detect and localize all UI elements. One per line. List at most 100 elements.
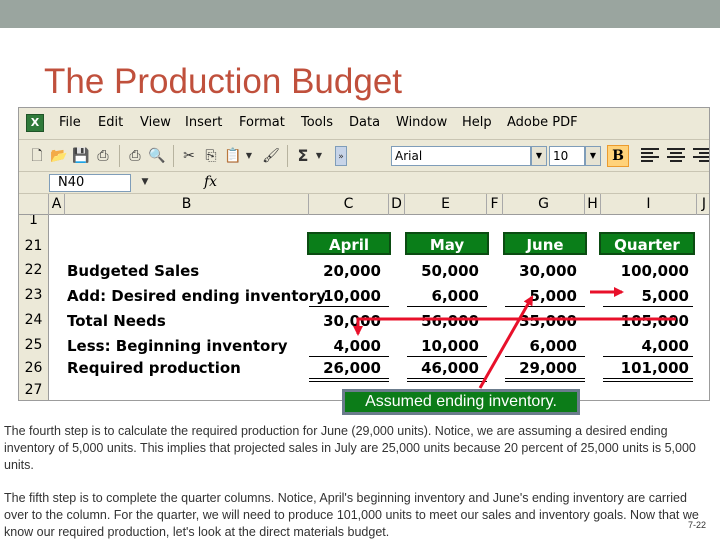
row-header-21[interactable]: 21 [19,234,49,258]
new-document-icon[interactable]: 🗋 [27,146,47,166]
row-label-total-needs: Total Needs [67,312,166,330]
excel-app-icon[interactable]: X [26,114,44,132]
name-box-dropdown-icon[interactable]: ▼ [135,172,155,192]
cell-april-total: 30,000 [323,312,381,330]
callout-assumed-ending-inventory: Assumed ending inventory. [342,389,580,415]
print-icon[interactable]: ⎙ [125,146,145,166]
name-box[interactable]: N40 [49,174,131,192]
cell-june-ending: 5,000 [529,287,577,305]
header-june: June [503,232,587,255]
row-header-27[interactable]: 27 [19,379,49,400]
toolbar-separator [287,145,288,167]
paste-icon[interactable]: 📋 [223,146,243,166]
underline-quarter-25 [603,356,693,357]
cell-may-beginning: 10,000 [421,337,479,355]
cell-quarter-required: 101,000 [620,359,689,377]
column-headers: A B C D E F G H I J [19,194,709,215]
cell-quarter-sales: 100,000 [620,262,689,280]
column-header-a[interactable]: A [49,194,65,215]
menu-window[interactable]: Window [396,115,447,130]
cell-june-required: 29,000 [519,359,577,377]
double-underline-may [407,381,487,382]
align-left-icon[interactable] [641,148,659,164]
cell-quarter-ending: 5,000 [641,287,689,305]
toolbar-separator [119,145,120,167]
permission-icon[interactable]: ⎙ [93,146,113,166]
cell-april-ending: 10,000 [323,287,381,305]
autosum-icon[interactable]: Σ [293,146,313,166]
menu-tools[interactable]: Tools [301,115,333,130]
row-label-required-prod: Required production [67,359,241,377]
cell-quarter-total: 105,000 [620,312,689,330]
autosum-dropdown-icon[interactable]: ▼ [313,146,325,166]
font-size-dropdown-icon[interactable]: ▼ [585,146,601,166]
cell-april-beginning: 4,000 [333,337,381,355]
font-size-field[interactable]: 10 [549,146,585,166]
menu-file[interactable]: File [59,115,81,130]
open-folder-icon[interactable]: 📂 [49,146,69,166]
header-may: May [405,232,489,255]
excel-window: X File Edit View Insert Format Tools Dat… [18,107,710,401]
underline-quarter-23 [603,306,693,307]
save-icon[interactable]: 💾 [71,146,91,166]
toolbar-separator [173,145,174,167]
align-center-icon[interactable] [667,148,685,164]
row-header-22[interactable]: 22 [19,258,49,283]
cell-june-beginning: 6,000 [529,337,577,355]
row-header-1[interactable]: 1 [19,215,49,229]
menu-format[interactable]: Format [239,115,285,130]
cell-may-total: 56,000 [421,312,479,330]
slide-title: The Production Budget [44,62,403,101]
cell-may-sales: 50,000 [421,262,479,280]
paste-dropdown-icon[interactable]: ▼ [243,146,255,166]
underline-may-23 [407,306,487,307]
copy-icon[interactable]: ⎘ [201,146,221,166]
column-header-d[interactable]: D [389,194,405,215]
font-name-dropdown-icon[interactable]: ▼ [531,146,547,166]
double-underline-quarter [603,381,693,382]
double-underline-june [505,381,585,382]
cell-april-sales: 20,000 [323,262,381,280]
font-name-field[interactable]: Arial [391,146,531,166]
menu-insert[interactable]: Insert [185,115,222,130]
column-header-e[interactable]: E [405,194,487,215]
menu-help[interactable]: Help [462,115,492,130]
row-label-beginning-inv: Less: Beginning inventory [67,337,288,355]
bold-button[interactable]: B [607,145,629,167]
column-header-f[interactable]: F [487,194,503,215]
row-header-24[interactable]: 24 [19,308,49,333]
formula-bar: N40 ▼ fx [19,172,709,194]
insert-function-icon[interactable]: fx [204,174,217,190]
double-underline-april [309,381,389,382]
column-header-g[interactable]: G [503,194,585,215]
row-label-desired-ending: Add: Desired ending inventory [67,287,326,305]
cell-may-ending: 6,000 [431,287,479,305]
menu-view[interactable]: View [140,115,171,130]
underline-may-25 [407,356,487,357]
column-header-b[interactable]: B [65,194,309,215]
underline-june-23 [505,306,585,307]
select-all-corner[interactable] [19,194,49,215]
format-painter-icon[interactable]: 🖌 [261,146,281,166]
header-quarter: Quarter [599,232,695,255]
menu-data[interactable]: Data [349,115,380,130]
column-header-h[interactable]: H [585,194,601,215]
column-header-i[interactable]: I [601,194,697,215]
underline-april-25 [309,356,389,357]
underline-june-25 [505,356,585,357]
column-header-j[interactable]: J [697,194,709,215]
double-underline-april [309,378,389,379]
align-right-icon[interactable] [693,148,709,164]
menu-edit[interactable]: Edit [98,115,123,130]
row-label-budgeted-sales: Budgeted Sales [67,262,200,280]
toolbar-options-icon[interactable]: » [335,146,347,166]
row-header-26[interactable]: 26 [19,357,49,379]
cell-june-sales: 30,000 [519,262,577,280]
row-header-23[interactable]: 23 [19,283,49,308]
column-header-c[interactable]: C [309,194,389,215]
menu-adobe-pdf[interactable]: Adobe PDF [507,115,578,130]
cut-icon[interactable]: ✂ [179,146,199,166]
row-header-25[interactable]: 25 [19,333,49,357]
research-icon[interactable]: 🔍 [147,146,167,166]
menu-bar: X File Edit View Insert Format Tools Dat… [19,108,709,140]
